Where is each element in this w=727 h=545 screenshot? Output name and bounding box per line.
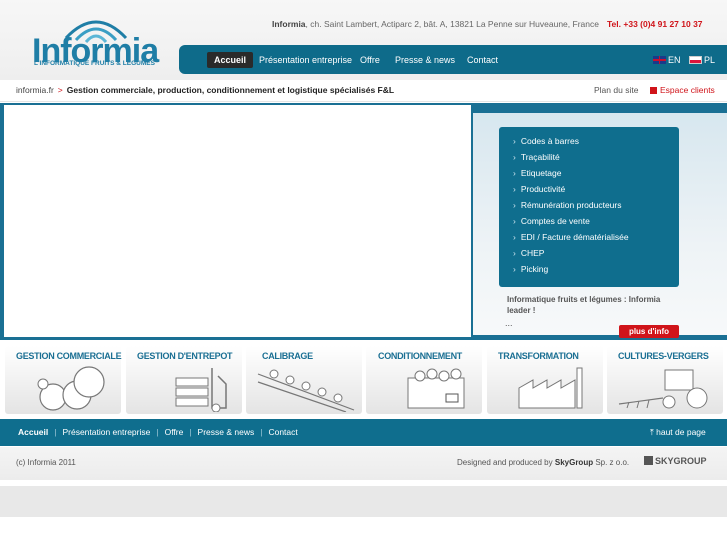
nav-accueil[interactable]: Accueil bbox=[207, 52, 254, 68]
footer-nav-presentation[interactable]: Présentation entreprise bbox=[62, 427, 150, 437]
nav-contact[interactable]: Contact bbox=[467, 52, 498, 68]
back-to-top-link[interactable]: ⤒ haut de page bbox=[650, 427, 706, 438]
lock-icon bbox=[650, 87, 657, 94]
hero-image-area bbox=[4, 105, 471, 337]
informia-logo[interactable]: Informia L'INFORMATIQUE FRUITS & LÉGUMES bbox=[24, 8, 164, 70]
forklift-icon bbox=[175, 368, 227, 412]
designed-by-suffix: Sp. z o.o. bbox=[593, 458, 630, 467]
designer-company[interactable]: SkyGroup bbox=[555, 458, 593, 467]
client-space-link[interactable]: Espace clients bbox=[650, 85, 715, 95]
lang-en[interactable]: EN bbox=[653, 55, 681, 65]
nav-offre[interactable]: Offre bbox=[360, 52, 380, 68]
footer-nav-divider: | bbox=[54, 427, 57, 437]
nav-presse[interactable]: Presse & news bbox=[395, 52, 455, 68]
copyright: (c) Informia 2011 bbox=[16, 458, 76, 467]
service-etiquetage[interactable]: Etiquetage bbox=[513, 168, 562, 178]
service-edi[interactable]: EDI / Facture dématérialisée bbox=[513, 232, 629, 242]
footer-nav-contact[interactable]: Contact bbox=[268, 427, 297, 437]
conveyor-icon bbox=[257, 369, 355, 412]
breadcrumb-bar: informia.fr > Gestion commerciale, product… bbox=[0, 80, 727, 102]
address-text: , ch. Saint Lambert, Actiparc 2, bât. A,… bbox=[305, 19, 599, 29]
lang-en-label: EN bbox=[668, 55, 681, 65]
more-info-button[interactable]: plus d'info bbox=[619, 325, 679, 338]
footer-nav-offre[interactable]: Offre bbox=[165, 427, 184, 437]
crate-icon bbox=[407, 368, 465, 409]
nav-presentation[interactable]: Présentation entreprise bbox=[259, 52, 352, 68]
uk-flag-icon bbox=[653, 56, 666, 64]
tomatoes-icon bbox=[37, 366, 105, 411]
category-title-transformation: TRANSFORMATION bbox=[498, 351, 579, 361]
page-title: Gestion commerciale, production, conditi… bbox=[66, 85, 395, 95]
lang-pl-label: PL bbox=[704, 55, 716, 65]
footer-nav: Accueil | Présentation entreprise | Offre | Pr… bbox=[0, 419, 727, 446]
address-company-name: Informia bbox=[272, 19, 306, 29]
category-title-cultures-vergers: CULTURES-VERGERS bbox=[618, 351, 709, 361]
header: Informia L'INFORMATIQUE FRUITS & LÉGUMES… bbox=[0, 0, 727, 80]
client-space-label: Espace clients bbox=[660, 85, 715, 95]
service-comptes-vente[interactable]: Comptes de vente bbox=[513, 216, 590, 226]
skygroup-logo-icon bbox=[644, 456, 653, 465]
tractor-icon bbox=[618, 369, 708, 409]
footer-nav-divider: | bbox=[189, 427, 192, 437]
designed-by: Designed and produced by SkyGroup Sp. z … bbox=[457, 458, 629, 467]
designed-by-prefix: Designed and produced by bbox=[457, 458, 555, 467]
category-title-conditionnement: CONDITIONNEMENT bbox=[378, 351, 462, 361]
footer-nav-presse[interactable]: Presse & news bbox=[198, 427, 255, 437]
phone-number: Tel. +33 (0)4 91 27 10 37 bbox=[607, 19, 703, 29]
skygroup-logo-text: SKYGROUP bbox=[655, 456, 707, 466]
footer-nav-links: Accueil | Présentation entreprise | Offre | Pr… bbox=[18, 427, 298, 437]
skygroup-logo[interactable]: SKYGROUP bbox=[644, 456, 707, 466]
category-title-calibrage: CALIBRAGE bbox=[262, 351, 313, 361]
breadcrumb-home[interactable]: informia.fr bbox=[16, 85, 54, 95]
poland-flag-icon bbox=[689, 56, 702, 64]
site-map-link[interactable]: Plan du site bbox=[594, 85, 638, 95]
service-picking[interactable]: Picking bbox=[513, 264, 548, 274]
promo-ellipsis: ... bbox=[505, 318, 513, 328]
category-strip: GESTION COMMERCIALE GESTION D'ENTREPOT C… bbox=[0, 340, 727, 418]
footer-nav-divider: | bbox=[156, 427, 159, 437]
factory-icon bbox=[518, 367, 583, 409]
service-chep[interactable]: CHEP bbox=[513, 248, 545, 258]
service-tracabilite[interactable]: Traçabilité bbox=[513, 152, 560, 162]
breadcrumb-separator: > bbox=[57, 85, 63, 95]
category-title-gestion-commerciale: GESTION COMMERCIALE bbox=[16, 351, 122, 361]
main-nav: Accueil Présentation entreprise Offre Pr… bbox=[179, 45, 727, 74]
logo-tagline: L'INFORMATIQUE FRUITS & LÉGUMES bbox=[34, 60, 155, 67]
company-address: Informia, ch. Saint Lambert, Actiparc 2,… bbox=[272, 19, 599, 29]
footer: (c) Informia 2011 Designed and produced … bbox=[0, 447, 727, 480]
page-bottom bbox=[0, 486, 727, 517]
lang-pl[interactable]: PL bbox=[689, 55, 715, 65]
back-to-top-label: haut de page bbox=[656, 427, 706, 437]
promo-text: Informatique fruits et légumes : Informi… bbox=[507, 295, 661, 315]
service-codes-barres[interactable]: Codes à barres bbox=[513, 136, 579, 146]
breadcrumb: informia.fr > Gestion commerciale, product… bbox=[16, 85, 394, 95]
footer-nav-accueil[interactable]: Accueil bbox=[18, 427, 48, 437]
category-title-gestion-entrepot: GESTION D'ENTREPOT bbox=[137, 351, 233, 361]
service-productivite[interactable]: Productivité bbox=[513, 184, 565, 194]
service-remuneration[interactable]: Rémunération producteurs bbox=[513, 200, 622, 210]
footer-nav-divider: | bbox=[260, 427, 263, 437]
